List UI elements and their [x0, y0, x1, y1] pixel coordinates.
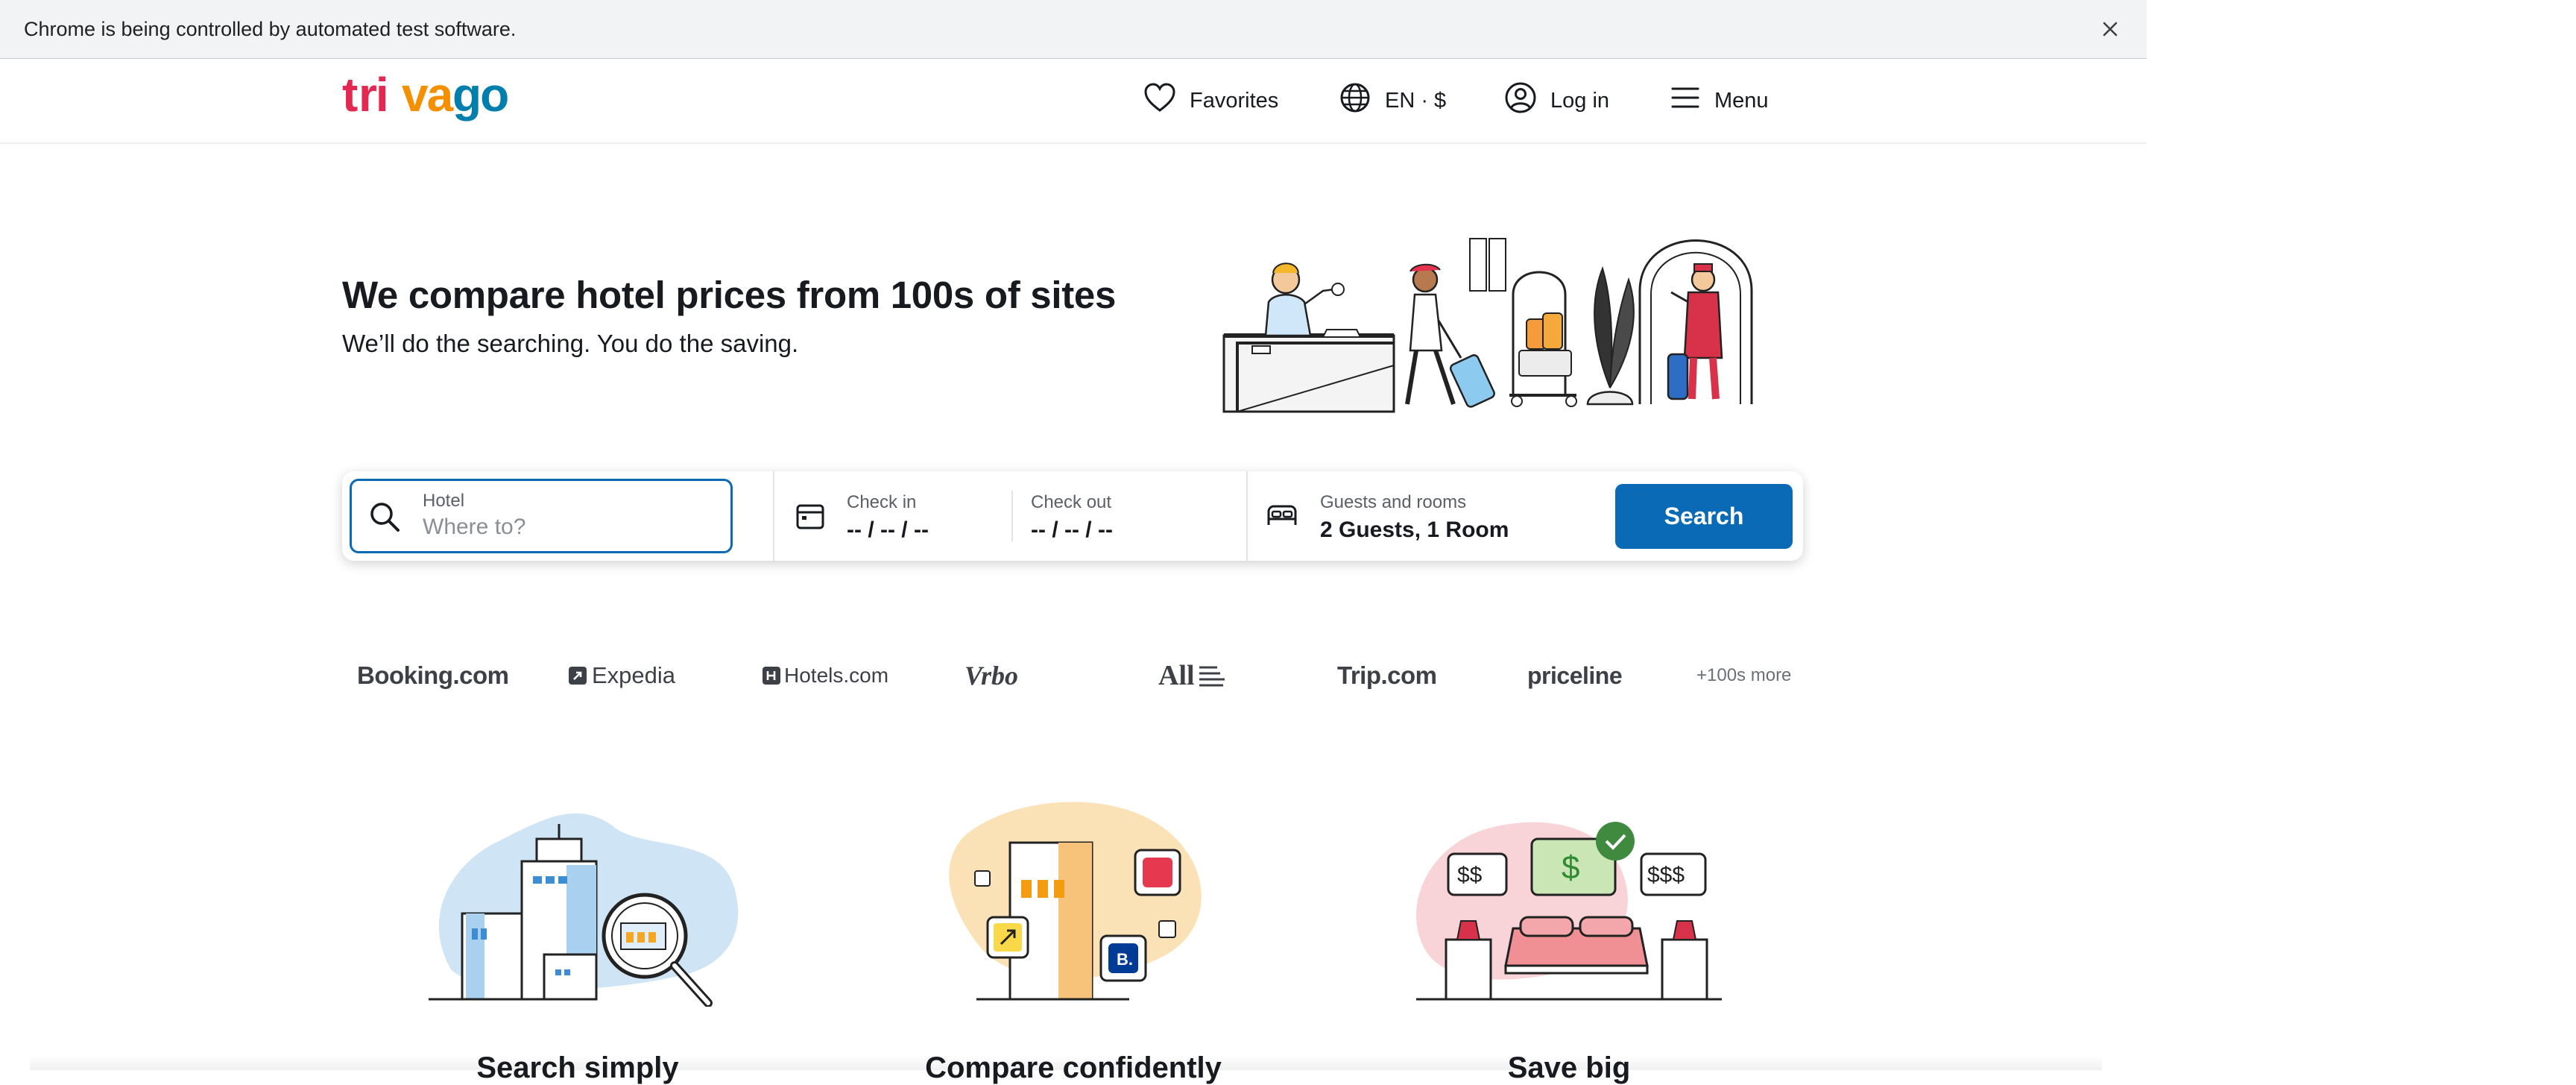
hero-title: We compare hotel prices from 100s of sit… — [342, 274, 1117, 316]
scroll-shadow — [30, 1055, 2102, 1070]
trivago-logo[interactable]: t ri va go — [342, 68, 521, 126]
svg-text:$$$: $$$ — [1647, 863, 1685, 887]
check-out-value: -- / -- / -- — [1031, 518, 1113, 542]
partner-logos: Booking.com Expedia Hotels.com Vrbo All … — [342, 653, 1803, 698]
svg-text:t: t — [342, 74, 358, 122]
heart-icon — [1143, 83, 1176, 119]
svg-text:B.: B. — [1117, 950, 1133, 969]
automation-infobar: Chrome is being controlled by automated … — [0, 0, 2147, 59]
login-nav[interactable]: Log in — [1504, 80, 1609, 122]
hotel-input[interactable] — [423, 515, 721, 540]
close-icon[interactable] — [2093, 12, 2127, 46]
trip-com-logo: Trip.com — [1337, 661, 1437, 689]
guests-label: Guests and rooms — [1320, 492, 1467, 512]
hotel-label: Hotel — [423, 491, 465, 511]
svg-text:$$: $$ — [1457, 863, 1483, 887]
guests-rooms-field[interactable]: Guests and rooms 2 Guests, 1 Room — [1248, 471, 1606, 561]
expedia-logo: Expedia — [568, 653, 675, 698]
language-currency-nav[interactable]: EN · $ — [1339, 80, 1446, 122]
check-in-label: Check in — [847, 492, 917, 512]
hotel-lobby-illustration — [1215, 209, 1811, 418]
empty-area — [2147, 0, 2576, 1070]
date-picker[interactable]: Check in -- / -- / -- Check out -- / -- … — [774, 471, 1251, 561]
compare-confidently-illustration: B. — [906, 783, 1248, 1007]
user-icon — [1504, 81, 1537, 120]
expedia-mark-icon — [569, 667, 587, 685]
infobar-text: Chrome is being controlled by automated … — [24, 17, 517, 40]
login-label: Log in — [1550, 88, 1610, 113]
check-out-label: Check out — [1031, 492, 1112, 512]
hamburger-icon — [1670, 85, 1701, 116]
save-big-illustration: $$ $ $$$ — [1401, 783, 1744, 1007]
accor-all-logo: All — [1158, 653, 1226, 698]
svg-text:va: va — [402, 74, 454, 122]
priceline-logo: priceline — [1527, 661, 1623, 689]
vrbo-logo: Vrbo — [965, 661, 1019, 691]
globe-icon — [1339, 81, 1371, 120]
accor-small-text-icon — [1199, 666, 1225, 687]
site-header: t ri va go Favorites EN · $ Log in Menu — [0, 59, 2147, 144]
search-simply-illustration — [421, 783, 764, 1007]
hotels-com-logo: Hotels.com — [762, 653, 888, 698]
favorites-nav[interactable]: Favorites — [1143, 80, 1278, 122]
favorites-label: Favorites — [1190, 88, 1279, 113]
hotel-search-field[interactable]: Hotel — [350, 479, 733, 553]
search-button[interactable]: Search — [1615, 484, 1793, 549]
hotels-mark-icon — [763, 667, 780, 685]
booking-com-logo: Booking.com — [357, 661, 509, 689]
menu-label: Menu — [1714, 88, 1769, 113]
hero-subtitle: We’ll do the searching. You do the savin… — [342, 330, 799, 357]
language-label: EN · $ — [1385, 88, 1447, 113]
check-in-value: -- / -- / -- — [847, 518, 929, 542]
svg-text:go: go — [452, 74, 508, 122]
menu-nav[interactable]: Menu — [1670, 80, 1769, 122]
search-icon — [368, 500, 401, 537]
more-partners-label: +100s more — [1696, 665, 1792, 685]
guests-value: 2 Guests, 1 Room — [1320, 518, 1509, 542]
check-in-field[interactable]: Check in -- / -- / -- — [774, 471, 1013, 561]
check-out-field[interactable]: Check out -- / -- / -- — [1013, 471, 1251, 561]
svg-text:ri: ri — [359, 74, 388, 122]
search-bar: Hotel Check in -- / -- / -- Check out --… — [342, 471, 1803, 561]
bed-icon — [1266, 503, 1298, 533]
svg-text:$: $ — [1562, 849, 1579, 886]
